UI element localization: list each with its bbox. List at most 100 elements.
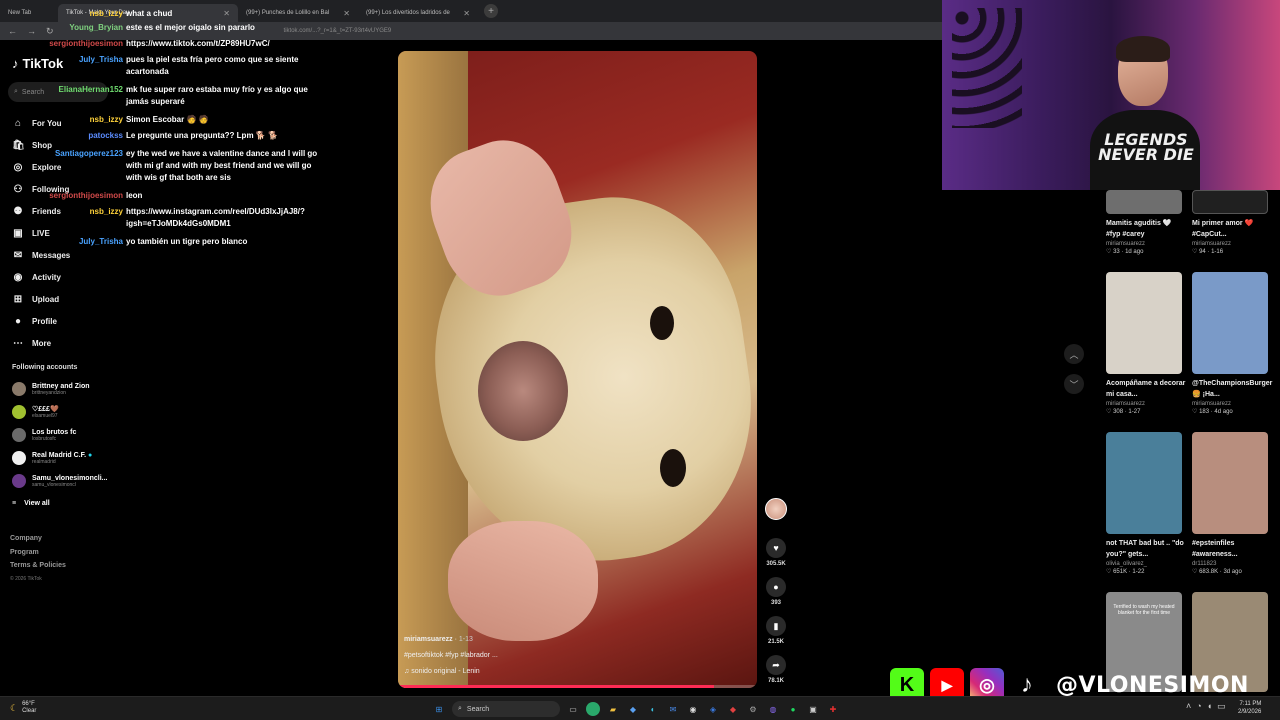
store-icon[interactable]: ◆ (626, 702, 640, 716)
footer-link-program[interactable]: Program (10, 546, 66, 560)
video-thumbnail[interactable] (1106, 272, 1182, 374)
dropbox-icon[interactable]: ◈ (706, 702, 720, 716)
close-icon[interactable]: ✕ (463, 9, 470, 18)
heart-icon: ♡ (1192, 249, 1198, 255)
app-icon[interactable]: ◆ (726, 702, 740, 716)
video-caption[interactable]: #petsoftiktok #fyp #labrador ... (404, 648, 498, 664)
verified-icon: ● (88, 451, 93, 459)
outlook-icon[interactable]: ✉ (666, 702, 680, 716)
tab-ladridos[interactable]: (99+) Los divertidos ladridos de ✕ (358, 4, 478, 22)
chat-message: Young_Bryian este es el mejor oigalo sin … (69, 23, 255, 32)
discord-icon[interactable]: ◍ (766, 702, 780, 716)
video-progress-bar[interactable] (398, 685, 757, 688)
comment-button[interactable]: ● 393 (762, 577, 790, 606)
chat-message: nsb_izzy https://www.instagram.com/reel/D… (89, 207, 305, 228)
taskbar-apps: ⊞ ⌕ Search ▭ ▰ ◆ ◐ ✉ ◉ ◈ ◆ ⚙ ◍ ● ▣ ✚ (432, 701, 840, 717)
sidebar-item-activity[interactable]: ◉ Activity (12, 266, 70, 288)
heart-icon: ♡ (1192, 569, 1198, 575)
chevron-up-icon[interactable]: ˄ (1186, 701, 1191, 712)
video-card[interactable]: #epsteinfiles #awareness... dr111823 ♡ 6… (1192, 432, 1272, 575)
dog-nose (478, 341, 568, 441)
new-tab-button[interactable]: + (484, 4, 498, 18)
friends-icon: ⚉ (13, 205, 23, 217)
heart-icon: ♡ (1192, 409, 1198, 415)
volume-icon[interactable]: ◖ (1207, 701, 1212, 712)
webcam-overlay: LEGENDS NEVER DIE (942, 0, 1280, 190)
account-item[interactable]: Real Madrid C.F. ● realmadrid (12, 451, 92, 465)
bookmark-icon: ▮ (766, 616, 786, 636)
back-icon[interactable]: ← (8, 26, 17, 36)
wifi-icon[interactable]: ◔ (1196, 701, 1201, 712)
heart-icon: ♡ (1106, 409, 1112, 415)
spotify-icon[interactable]: ● (786, 702, 800, 716)
video-card[interactable]: @TheChampionsBurger 🍔 ¡Ha... miriamsuare… (1192, 272, 1272, 415)
footer-link-company[interactable]: Company (10, 532, 66, 546)
previous-video-button[interactable]: ︿ (1064, 344, 1084, 364)
share-button[interactable]: ➦ 78.1K (762, 655, 790, 684)
chat-message: sergionthijoesimon leon (49, 191, 143, 200)
video-card[interactable]: Mi primer amor ❤️ #CapCut... miriamsuare… (1192, 190, 1272, 255)
account-item[interactable]: ♡£££🤎 elsamuel97 (12, 405, 59, 419)
footer-link-terms[interactable]: Terms & Policies (10, 559, 66, 573)
app-icon[interactable]: ✚ (826, 702, 840, 716)
sidebar-item-upload[interactable]: ⊞ Upload (12, 288, 70, 310)
chrome-icon[interactable] (586, 702, 600, 716)
search-icon: ⌕ (458, 705, 462, 712)
weather-widget[interactable]: ☾ 66°F Clear (10, 701, 36, 715)
video-card[interactable]: not THAT bad but .. "do you?" gets... ol… (1106, 432, 1186, 575)
like-button[interactable]: ♥ 305.5K (762, 538, 790, 567)
clock[interactable]: 7:11 PM 2/9/2026 (1238, 700, 1261, 716)
streamer-handle: @VLONESIMON (1056, 672, 1249, 698)
battery-icon[interactable]: ▭ (1217, 701, 1226, 712)
streamer-hair (1116, 36, 1170, 62)
messages-icon: ✉ (13, 249, 23, 261)
heart-icon: ♡ (1106, 569, 1112, 575)
creator-avatar-button[interactable] (762, 498, 790, 520)
save-button[interactable]: ▮ 21.5K (762, 616, 790, 645)
progress-fill (398, 685, 714, 688)
account-item[interactable]: Samu_vlonesimoncli... samu_vlonesimoncl (12, 474, 107, 488)
video-thumbnail[interactable] (1106, 432, 1182, 534)
video-thumbnail[interactable] (1192, 432, 1268, 534)
home-icon: ⌂ (14, 117, 22, 129)
account-item[interactable]: Brittney and Zion brittneyandzion (12, 382, 90, 396)
avatar (12, 405, 26, 419)
folder-icon[interactable]: ▰ (606, 702, 620, 716)
video-card[interactable]: Mamitis aguditis 🤍 #fyp #carey miriamsua… (1106, 190, 1186, 255)
edge-icon[interactable]: ◐ (646, 702, 660, 716)
taskbar-search[interactable]: ⌕ Search (452, 701, 560, 717)
chat-message: July_Trisha yo también un tigre pero blan… (78, 237, 248, 246)
video-info: miriamsuarezz · 1-13 #petsoftiktok #fyp … (404, 636, 498, 675)
video-card[interactable]: Acompáñame a decorar mi casa... miriamsu… (1106, 272, 1186, 415)
chat-message: Santiagoperez123 ey the wed we have a val… (54, 149, 318, 182)
sidebar-item-profile[interactable]: ● Profile (12, 310, 70, 332)
account-item[interactable]: Los brutos fc losbrutosfc (12, 428, 76, 442)
video-creator[interactable]: miriamsuarezz (404, 636, 453, 643)
task-view-icon[interactable]: ▭ (566, 702, 580, 716)
view-all-button[interactable]: ≡ View all (12, 500, 50, 507)
avatar (12, 382, 26, 396)
forward-icon[interactable]: → (27, 26, 36, 36)
chevron-up-icon: ︿ (1069, 349, 1079, 360)
video-sound[interactable]: sonido original - Lenin (411, 668, 480, 675)
cap-shelf (952, 8, 1022, 128)
video-thumbnail[interactable] (1192, 272, 1268, 374)
chevron-down-icon: ﹀ (1069, 379, 1079, 390)
sidebar-item-more[interactable]: ⋯ More (12, 332, 70, 354)
terminal-icon[interactable]: ▣ (806, 702, 820, 716)
chat-message: July_Trisha pues la piel esta fría pero c… (78, 55, 299, 76)
settings-icon[interactable]: ⚙ (746, 702, 760, 716)
obs-icon[interactable]: ◉ (686, 702, 700, 716)
video-player[interactable]: miriamsuarezz · 1-13 #petsoftiktok #fyp … (398, 51, 757, 688)
profile-icon: ● (14, 315, 22, 327)
video-thumbnail[interactable] (1192, 190, 1268, 214)
live-icon: ▣ (13, 227, 23, 239)
windows-start-icon[interactable]: ⊞ (432, 702, 446, 716)
search-icon: ⌕ (14, 88, 18, 95)
system-tray: ˄ ◔ ◖ ▭ (1186, 701, 1226, 712)
dog-eye (650, 306, 674, 340)
next-video-button[interactable]: ﹀ (1064, 374, 1084, 394)
video-thumbnail[interactable] (1106, 190, 1182, 214)
copyright: © 2026 TikTok (10, 575, 42, 582)
close-icon[interactable]: ✕ (343, 9, 350, 18)
